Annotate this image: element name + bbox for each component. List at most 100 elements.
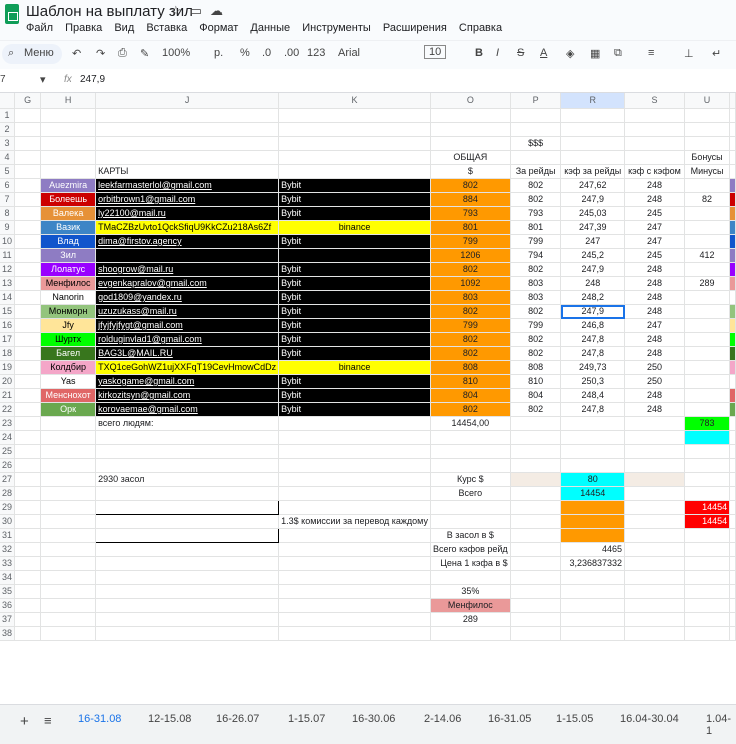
cell[interactable] — [430, 570, 511, 585]
cell[interactable] — [40, 458, 97, 473]
cell[interactable] — [95, 612, 280, 627]
cell[interactable] — [624, 528, 685, 543]
total-value[interactable]: 802 — [430, 262, 511, 277]
tab-1-15-07[interactable]: 1-15.07 — [288, 713, 325, 725]
cell[interactable] — [278, 570, 431, 585]
cell[interactable] — [278, 612, 431, 627]
card-value[interactable]: evgenkapralov@gmail.com — [95, 276, 280, 291]
cell[interactable] — [684, 570, 731, 585]
cell[interactable] — [14, 472, 42, 487]
cell[interactable] — [729, 360, 736, 375]
cell[interactable] — [510, 514, 562, 529]
borders-icon[interactable]: ▦ — [590, 47, 600, 60]
person-name[interactable]: Влад — [40, 234, 97, 249]
cell[interactable] — [14, 304, 42, 319]
tab-1-04[interactable]: 1.04-1 — [706, 713, 736, 737]
total-value[interactable]: 804 — [430, 388, 511, 403]
cell[interactable] — [40, 444, 97, 459]
cell[interactable] — [40, 122, 97, 137]
cell[interactable] — [560, 122, 625, 137]
raids-value[interactable]: 793 — [510, 206, 562, 221]
corner-cell[interactable] — [0, 93, 15, 109]
cell[interactable] — [729, 388, 736, 403]
cell[interactable] — [624, 514, 685, 529]
minus-value[interactable] — [684, 178, 731, 193]
coef2-value[interactable]: 248 — [624, 346, 685, 361]
cell[interactable] — [510, 108, 562, 123]
row-header[interactable]: 29 — [0, 500, 15, 515]
tab-2-14-06[interactable]: 2-14.06 — [424, 713, 461, 725]
coef2-value[interactable]: 248 — [624, 276, 685, 291]
cell[interactable] — [430, 122, 511, 137]
row-header[interactable]: 9 — [0, 220, 15, 235]
cell[interactable] — [14, 556, 42, 571]
price-value[interactable]: 3,236837332 — [560, 556, 625, 571]
cell[interactable] — [14, 248, 42, 263]
cell[interactable] — [40, 528, 97, 543]
card-value[interactable]: jfyjfyjfygt@gmail.com — [95, 318, 280, 333]
cell[interactable] — [560, 626, 625, 641]
cell[interactable] — [430, 626, 511, 641]
cell[interactable] — [684, 612, 731, 627]
row-header[interactable]: 15 — [0, 304, 15, 319]
cell[interactable] — [510, 500, 562, 515]
cell[interactable] — [40, 486, 97, 501]
total-dollar-header[interactable]: $ — [430, 164, 511, 179]
coef2-value[interactable]: 247 — [624, 318, 685, 333]
cell[interactable] — [40, 570, 97, 585]
tab-16-30-06[interactable]: 16-30.06 — [352, 713, 395, 725]
minus-value[interactable] — [684, 374, 731, 389]
total-value[interactable]: 802 — [430, 346, 511, 361]
cell[interactable] — [684, 108, 731, 123]
zoom-select[interactable]: 100% — [162, 47, 190, 59]
minus-value[interactable] — [684, 206, 731, 221]
bank-name[interactable] — [278, 248, 431, 263]
card-value[interactable]: god1809@yandex.ru — [95, 290, 280, 305]
cell[interactable] — [624, 598, 685, 613]
percent-button[interactable]: % — [240, 47, 250, 59]
row-header[interactable]: 2 — [0, 122, 15, 137]
cell[interactable] — [95, 108, 280, 123]
cell[interactable] — [729, 556, 736, 571]
cell[interactable] — [729, 374, 736, 389]
cell[interactable] — [624, 542, 685, 557]
price-label[interactable]: Цена 1 кэфа в $ — [430, 556, 511, 571]
cell[interactable] — [729, 192, 736, 207]
cell[interactable] — [278, 472, 431, 487]
red-total-1[interactable]: 14454 — [684, 500, 731, 515]
cell[interactable] — [14, 430, 42, 445]
cell[interactable] — [14, 612, 42, 627]
cell[interactable] — [684, 444, 731, 459]
cell[interactable] — [430, 136, 511, 151]
add-sheet-icon[interactable]: + — [20, 713, 29, 730]
cell[interactable] — [40, 136, 97, 151]
commission-label[interactable]: 1.3$ комиссии за перевод каждому — [278, 514, 431, 529]
cell[interactable] — [510, 584, 562, 599]
zasol-usd-label[interactable]: В засол в $ — [430, 528, 511, 543]
cell[interactable] — [560, 514, 625, 529]
cell[interactable] — [14, 136, 42, 151]
all-sheets-icon[interactable]: ≡ — [44, 713, 52, 728]
tab-1-15-05[interactable]: 1-15.05 — [556, 713, 593, 725]
column-header[interactable] — [729, 93, 736, 109]
cell[interactable] — [560, 612, 625, 627]
text-color-icon[interactable]: A — [540, 47, 547, 59]
cell[interactable] — [95, 570, 280, 585]
cell[interactable] — [684, 584, 731, 599]
minus-value[interactable]: 289 — [684, 276, 731, 291]
total-people-value[interactable]: 14454,00 — [430, 416, 511, 431]
cell[interactable] — [684, 430, 731, 445]
cell[interactable] — [278, 136, 431, 151]
coef-value[interactable]: 248,2 — [560, 290, 625, 305]
font-size-input[interactable]: 10 — [424, 45, 447, 59]
row-header[interactable]: 34 — [0, 570, 15, 585]
menu-help[interactable]: Справка — [459, 22, 502, 34]
cell[interactable] — [510, 570, 562, 585]
row-header[interactable]: 7 — [0, 192, 15, 207]
menu-view[interactable]: Вид — [114, 22, 134, 34]
bonus-total[interactable]: 783 — [684, 416, 731, 431]
cell[interactable] — [14, 206, 42, 221]
red-total-2[interactable]: 14454 — [684, 514, 731, 529]
menu-tools[interactable]: Инструменты — [302, 22, 371, 34]
total-value[interactable]: 802 — [430, 178, 511, 193]
